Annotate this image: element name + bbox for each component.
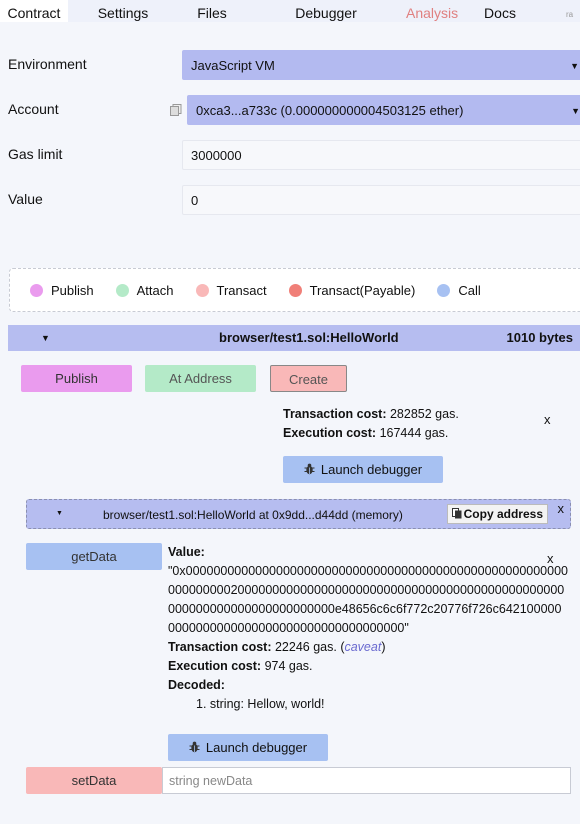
value-input[interactable]: 0 [182,185,580,215]
close-result-button[interactable]: x [544,412,551,427]
bug-icon [189,735,200,762]
launch-debugger-button[interactable]: Launch debugger [168,734,328,761]
tab-docs[interactable]: Docs [436,0,564,22]
run-panel: Environment JavaScript VM ▼ Account 0xca… [0,22,580,824]
call-result: Value: "0x000000000000000000000000000000… [168,543,568,714]
copy-address-button[interactable]: Copy address [446,504,548,524]
create-tx-cost: Transaction cost: 282852 gas. [283,407,459,421]
legend-item-transact: Transact [195,282,267,298]
tab-files[interactable]: Files [178,0,246,22]
legend-item-call: Call [437,282,481,298]
legend-item-transact-payable: Transact(Payable) [288,282,416,298]
exec-cost-label: Execution cost: [283,426,377,440]
value-label: Value: [168,545,205,559]
call-tx-cost: Transaction cost: 22246 gas. (caveat) [168,640,386,654]
tab-overflow[interactable]: ra [564,0,573,22]
tab-settings[interactable]: Settings [68,0,178,22]
caveat-link[interactable]: caveat [344,640,381,654]
legend-item-publish: Publish [30,283,94,298]
launch-debugger-label: Launch debugger [320,462,423,477]
legend: Publish Attach Transact Transact(Payable… [9,268,580,312]
legend-label: Transact(Payable) [309,282,416,298]
close-call-result-button[interactable]: x [547,551,554,566]
environment-label: Environment [8,56,87,72]
value-hex: "0x0000000000000000000000000000000000000… [168,564,568,635]
gas-limit-input[interactable]: 3000000 [182,140,580,170]
decoded-label: Decoded: [168,678,225,692]
create-button[interactable]: Create [270,365,347,392]
gas-limit-label: Gas limit [8,146,63,162]
exec-cost-value: 974 gas. [264,659,313,673]
transact-dot-icon [195,283,209,297]
tab-analysis[interactable]: Analysis [406,0,458,22]
legend-item-attach: Attach [115,282,174,298]
value-label: Value [8,191,43,207]
launch-debugger-label: Launch debugger [205,740,308,755]
tab-debugger[interactable]: Debugger [246,0,406,22]
decoded-item-value: string: Hellow, world! [209,697,325,711]
account-select[interactable]: 0xca3...a733c (0.000000000004503125 ethe… [187,95,580,125]
environment-select[interactable]: JavaScript VM ▼ [182,50,580,80]
get-data-button[interactable]: getData [26,543,162,570]
instance-title: browser/test1.sol:HelloWorld at 0x9dd...… [103,508,403,522]
caret-down-icon[interactable]: ▼ [41,333,50,343]
attach-dot-icon [115,283,129,297]
contract-header[interactable]: ▼ browser/test1.sol:HelloWorld 1010 byte… [8,325,580,351]
decoded-item: 1. string: Hellow, world! [196,697,325,711]
legend-label: Attach [136,282,174,298]
transact-payable-dot-icon [288,283,302,297]
tx-cost-label: Transaction cost: [283,407,387,421]
call-exec-cost: Execution cost: 974 gas. [168,657,568,676]
set-data-input[interactable] [162,767,571,794]
legend-label: Publish [51,282,94,298]
copy-icon[interactable] [170,103,182,116]
copy-address-label: Copy address [463,507,543,521]
call-dot-icon [437,283,451,297]
bug-icon [304,457,315,484]
at-address-button[interactable]: At Address [145,365,256,392]
tab-bar: Contract Settings Files Debugger Analysi… [0,0,580,22]
instance-header[interactable]: ▼ browser/test1.sol:HelloWorld at 0x9dd.… [26,499,571,529]
tx-cost-value: 22246 gas. [274,640,337,654]
tab-contract[interactable]: Contract [0,0,68,22]
tx-cost-value: 282852 gas. [389,407,459,421]
contract-size: 1010 bytes [506,330,574,345]
tx-cost-label: Transaction cost: [168,640,272,654]
set-data-button[interactable]: setData [26,767,162,794]
caret-down-icon[interactable]: ▼ [56,510,63,517]
account-label: Account [8,101,59,117]
account-value: 0xca3...a733c (0.000000000004503125 ethe… [196,103,464,118]
close-instance-button[interactable]: x [558,501,565,516]
legend-label: Call [458,282,481,298]
legend-label: Transact [216,282,267,298]
chevron-down-icon: ▼ [571,106,580,116]
contract-name: browser/test1.sol:HelloWorld [219,330,399,345]
publish-button[interactable]: Publish [21,365,132,392]
create-exec-cost: Execution cost: 167444 gas. [283,426,448,440]
exec-cost-value: 167444 gas. [379,426,449,440]
publish-dot-icon [30,283,43,297]
exec-cost-label: Execution cost: [168,659,262,673]
environment-value: JavaScript VM [191,58,275,73]
launch-debugger-button[interactable]: Launch debugger [283,456,443,483]
copy-icon [451,506,462,524]
chevron-down-icon: ▼ [570,61,579,71]
